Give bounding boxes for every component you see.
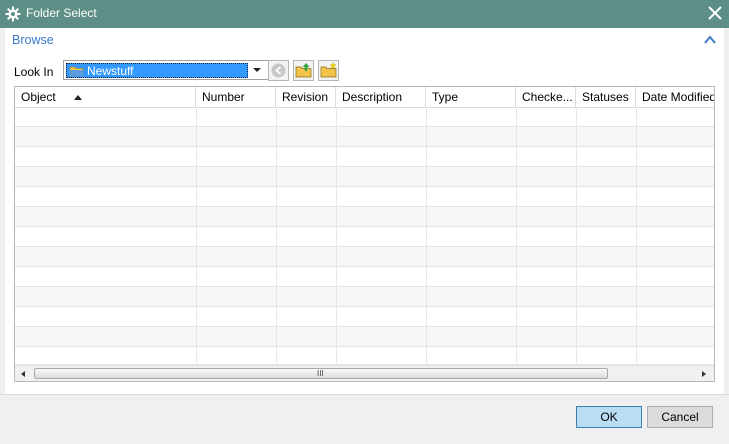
look-in-value: Newstuff [87,64,134,78]
scroll-left-icon[interactable] [21,371,25,377]
table-row [15,167,714,187]
table-header: Object Number Revision Description Type … [15,87,714,108]
table-row [15,187,714,207]
table-row [15,127,714,147]
table-row [15,347,714,365]
column-divider [276,107,277,365]
title-bar: Folder Select [0,0,729,28]
sort-ascending-icon [74,95,82,100]
close-icon[interactable] [706,4,724,22]
scrollbar-thumb[interactable]: III [34,368,608,379]
horizontal-scrollbar[interactable]: III [15,365,714,381]
column-divider [516,107,517,365]
column-header-description[interactable]: Description [336,87,426,107]
column-divider [636,107,637,365]
table-row [15,307,714,327]
browse-section-title: Browse [12,33,54,47]
look-in-selected: Newstuff [66,63,248,78]
window-title: Folder Select [26,6,97,20]
column-header-revision[interactable]: Revision [276,87,336,107]
table-row [15,267,714,287]
table-row [15,247,714,267]
folder-icon [69,66,84,77]
scroll-right-icon[interactable] [702,371,706,377]
column-header-date-modified[interactable]: Date Modified [636,87,714,107]
look-in-label: Look In [14,65,54,79]
ok-button[interactable]: OK [576,406,642,428]
column-divider [426,107,427,365]
column-header-statuses[interactable]: Statuses [576,87,636,107]
table-row [15,287,714,307]
column-header-type[interactable]: Type [426,87,516,107]
up-folder-button[interactable] [293,60,314,81]
new-folder-button[interactable] [318,60,339,81]
back-button[interactable] [268,60,289,81]
column-divider [196,107,197,365]
table-row [15,207,714,227]
folder-select-dialog: Folder Select Browse Look In Newstuff Ob… [0,0,729,444]
chevron-down-icon[interactable] [253,68,261,72]
objects-table: Object Number Revision Description Type … [14,86,715,382]
browse-panel: Browse Look In Newstuff Object Number Re… [5,28,724,394]
look-in-dropdown[interactable]: Newstuff [63,60,269,80]
table-row [15,327,714,347]
column-header-checked-out[interactable]: Checke... [516,87,576,107]
scrollbar-grip: III [317,369,324,378]
table-row [15,227,714,247]
new-folder-icon [320,61,337,78]
column-divider [576,107,577,365]
column-header-number[interactable]: Number [196,87,276,107]
footer-divider [0,394,729,395]
column-divider [336,107,337,365]
table-row [15,147,714,167]
column-header-object[interactable]: Object [15,87,196,107]
folder-up-icon [295,63,312,78]
cancel-button[interactable]: Cancel [647,406,713,428]
table-row [15,107,714,127]
gear-icon [5,6,21,22]
back-icon [271,63,286,78]
chevron-up-icon[interactable] [703,34,717,46]
